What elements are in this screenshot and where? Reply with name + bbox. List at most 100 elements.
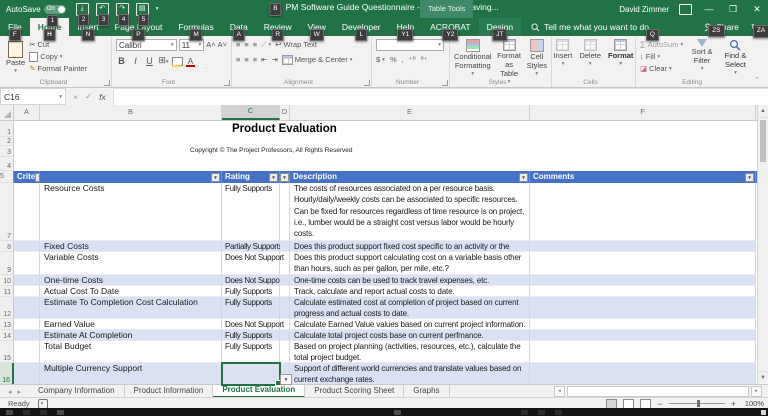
page-layout-view-icon[interactable] (623, 398, 635, 409)
ribbon-display-options-icon[interactable] (679, 3, 692, 15)
merge-center-button[interactable]: Merge & Center ▾ (281, 54, 352, 66)
insert-function-icon[interactable]: fx (99, 92, 106, 102)
alignment-dialog-launcher[interactable] (364, 80, 370, 86)
table-row[interactable]: 14 Estimate At Completion Fully Supports… (0, 330, 768, 341)
sheet-nav-right-icon[interactable]: ▸ (18, 388, 22, 396)
filter-button-rating[interactable]: ▾ (269, 172, 278, 182)
row-number[interactable]: 10 (0, 275, 14, 286)
font-name-combo[interactable]: Calibri ▾ (116, 39, 177, 51)
shrink-font-button[interactable]: A˅ (218, 39, 227, 51)
rating-cell[interactable]: Does Not Support (222, 275, 284, 286)
rating-cell[interactable]: Fully Supports (222, 341, 280, 363)
fill-color-button[interactable] (172, 56, 183, 67)
orientation-button[interactable]: ⟋ ▾ (261, 39, 271, 51)
rating-cell[interactable]: Partially Supports (222, 241, 283, 252)
qat-customize-caret-icon[interactable]: ▾ (156, 6, 159, 12)
rating-cell[interactable]: Fully Supports (222, 286, 280, 297)
row-number[interactable]: 7 (0, 183, 14, 241)
description-cell[interactable]: Calculate Earned Value values based on c… (290, 319, 530, 330)
row-number[interactable]: 3 (0, 146, 14, 157)
tab-design[interactable]: Design JT (478, 18, 522, 41)
tab-data[interactable]: Data A (222, 18, 256, 41)
quick-print-button[interactable]: ▤ 5 (135, 2, 150, 26)
row-number[interactable]: 4 (0, 157, 14, 171)
taskbar-icon[interactable] (40, 409, 47, 415)
select-all-corner[interactable] (0, 105, 14, 120)
criteria-cell[interactable]: Resource Costs (40, 183, 222, 241)
description-cell[interactable]: Calculate estimated cost at completion o… (290, 297, 530, 319)
taskbar-icon[interactable] (23, 409, 30, 415)
table-row[interactable]: 10 One-time Costs Does Not Support One-t… (0, 275, 768, 286)
table-row[interactable]: 16 Multiple Currency Support Support of … (0, 362, 768, 386)
windows-taskbar[interactable] (0, 408, 768, 416)
align-left-icon[interactable]: ≡ (236, 54, 240, 66)
description-cell[interactable]: One-time costs can be used to track trav… (290, 275, 530, 286)
col-header-b[interactable]: B (40, 105, 222, 120)
find-select-button[interactable]: Find & Select ▾ (721, 39, 750, 78)
taskbar-icon[interactable] (57, 409, 64, 415)
cut-button[interactable]: ✂ Cut (29, 39, 87, 51)
description-cell[interactable]: Support of different world currencies an… (290, 363, 530, 385)
name-box[interactable]: C16 ▾ (0, 88, 66, 105)
vertical-scrollbar[interactable]: ▲ ▼ (757, 105, 768, 384)
tab-file[interactable]: File F (0, 18, 30, 41)
restore-button[interactable]: ❐ (726, 4, 740, 15)
comments-cell[interactable] (530, 319, 756, 330)
zoom-slider[interactable] (668, 400, 725, 407)
decrease-indent-button[interactable]: ⇤ (261, 54, 267, 66)
tab-review[interactable]: Review R (256, 18, 300, 41)
filter-button-description[interactable]: ▾ (519, 172, 528, 182)
rating-cell[interactable]: Fully Supports (222, 297, 280, 319)
formula-input[interactable] (113, 88, 768, 105)
share-button[interactable]: Share ZS (704, 22, 739, 37)
description-cell[interactable]: Track, calculate and report actual costs… (290, 286, 530, 297)
align-center-icon[interactable]: ≡ (244, 54, 248, 66)
close-button[interactable]: ✕ (750, 4, 764, 15)
save-button[interactable]: ⤓ 2 (75, 2, 90, 26)
minimize-button[interactable]: — (702, 4, 716, 14)
decrease-decimal-button[interactable]: ⁰⁺ (421, 54, 428, 66)
normal-view-icon[interactable] (606, 398, 618, 409)
col-header-d[interactable]: D (280, 105, 290, 120)
record-macro-icon[interactable] (37, 398, 48, 409)
enter-formula-icon[interactable]: ✓ (85, 91, 92, 102)
show-desktop-button[interactable] (761, 409, 766, 415)
copy-button[interactable]: Copy ▾ (29, 51, 87, 63)
row-number[interactable]: 2 (0, 137, 14, 146)
increase-decimal-button[interactable]: ⁺⁰ (409, 54, 416, 66)
align-right-icon[interactable]: ≡ (253, 54, 257, 66)
criteria-cell[interactable]: Multiple Currency Support (40, 363, 222, 385)
scroll-up-icon[interactable]: ▲ (758, 105, 768, 118)
comments-cell[interactable] (530, 363, 756, 385)
data-validation-dropdown[interactable]: ▾ (280, 374, 292, 385)
redo-button[interactable]: ↷ 4 (115, 2, 130, 26)
tab-acrobat[interactable]: ACROBAT Y2 (422, 18, 478, 41)
taskbar-icon[interactable] (394, 409, 401, 415)
criteria-cell[interactable]: Total Budget (40, 341, 222, 363)
row-number[interactable]: 8 (0, 241, 14, 252)
comments-cell[interactable] (530, 341, 756, 363)
col-header-a[interactable]: A (14, 105, 40, 120)
criteria-cell[interactable]: Variable Costs (40, 252, 222, 275)
table-row[interactable]: 9 Variable Costs Does Not Support Does t… (0, 252, 768, 275)
table-row[interactable]: 7 Resource Costs Fully Supports The cost… (0, 183, 768, 241)
row-number[interactable]: 5 (0, 171, 14, 183)
tab-help[interactable]: Help Y1 (389, 18, 422, 41)
align-middle-icon[interactable]: ≡ (244, 39, 248, 51)
grow-font-button[interactable]: A˄ (206, 39, 215, 51)
taskbar-tray-icon[interactable] (538, 409, 545, 415)
comments-cell[interactable] (530, 241, 756, 252)
horizontal-scroll-thumb[interactable] (567, 386, 749, 397)
table-row[interactable]: 12 Estimate To Completion Cost Calculati… (0, 297, 768, 319)
rating-cell[interactable]: Fully Supports (222, 330, 280, 341)
increase-indent-button[interactable]: ⇥ (271, 54, 277, 66)
filter-button-comments[interactable]: ▾ (745, 172, 754, 182)
table-row[interactable]: 8 Fixed Costs Partially Supports Does th… (0, 241, 768, 252)
clear-button[interactable]: ◪ Clear ▾ (640, 63, 683, 75)
description-cell[interactable]: Does this product support calculating co… (290, 252, 530, 275)
description-cell[interactable]: Calculate total project costs base on cu… (290, 330, 530, 341)
comments-cell[interactable] (530, 286, 756, 297)
tab-formulas[interactable]: Formulas M (170, 18, 221, 41)
table-row[interactable]: 11 Actual Cost To Date Fully Supports Tr… (0, 286, 768, 297)
comments-cell[interactable] (530, 275, 756, 286)
